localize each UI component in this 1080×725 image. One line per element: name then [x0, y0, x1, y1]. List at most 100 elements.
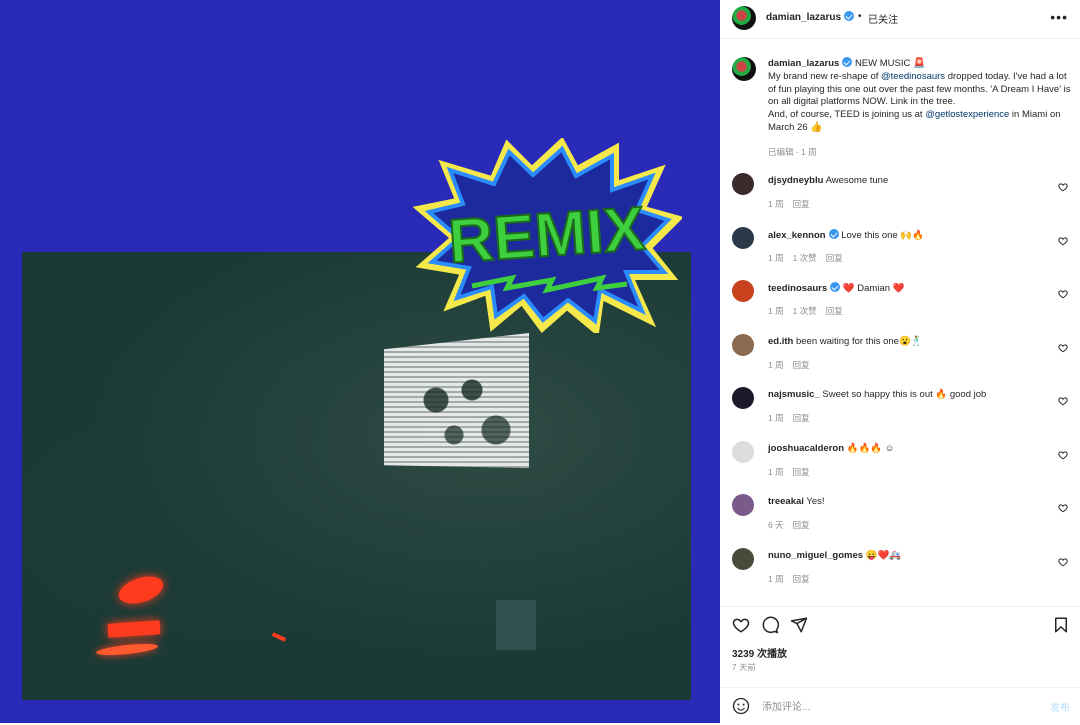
- comment-bubble-icon[interactable]: [761, 616, 779, 634]
- reply-button[interactable]: 回复: [793, 520, 810, 530]
- comment-body: been waiting for this one😮🕺: [795, 335, 923, 347]
- share-send-icon[interactable]: [790, 616, 808, 634]
- verified-badge-icon: [842, 57, 853, 67]
- comment-row: nuno_miguel_gomes 😛❤️🚑 1 周回复: [720, 547, 1080, 598]
- reply-button[interactable]: 回复: [793, 360, 810, 370]
- comment-time[interactable]: 1 周: [768, 360, 784, 370]
- leaf-shadows: [400, 360, 520, 460]
- comment-body: 🔥🔥🔥 ☺: [846, 442, 895, 454]
- comment-like-heart-icon[interactable]: [1058, 554, 1068, 566]
- post-side-panel: damian_lazarus • 已关注 ••• damian_lazarus …: [720, 0, 1080, 723]
- mention-link[interactable]: @getlostexperience: [925, 109, 1009, 120]
- comment-like-heart-icon[interactable]: [1058, 233, 1068, 245]
- siren-icon: 🚨: [913, 58, 926, 69]
- comments-scroll[interactable]: damian_lazarus NEW MUSIC 🚨 My brand new …: [720, 39, 1080, 605]
- comment-time[interactable]: 1 周: [768, 253, 784, 263]
- comment-meta: 1 周回复: [768, 198, 819, 210]
- comment-time[interactable]: 1 周: [768, 413, 784, 423]
- comment-body: 😛❤️🚑: [865, 549, 902, 561]
- comment-like-heart-icon[interactable]: [1058, 286, 1068, 299]
- caption-avatar[interactable]: [732, 57, 756, 81]
- comment-body: Love this one 🙌🔥: [841, 229, 925, 241]
- badge-text: REMIX: [446, 194, 647, 277]
- comment-text-line: djsydneyblu Awesome tune: [768, 175, 888, 186]
- author-username[interactable]: damian_lazarus: [766, 11, 855, 23]
- dim-object: [496, 600, 536, 650]
- comment-composer: 发布: [720, 687, 1080, 725]
- comment-likes[interactable]: 1 次赞: [793, 253, 817, 263]
- caption-meta: 已编辑 · 1 周: [768, 147, 817, 157]
- comment-time[interactable]: 1 周: [768, 199, 784, 209]
- comment-meta: 1 周回复: [768, 466, 819, 478]
- comment-text-line: treeakai Yes!: [768, 496, 825, 507]
- save-bookmark-icon[interactable]: [1052, 616, 1070, 634]
- verified-badge-icon: [828, 228, 839, 239]
- author-username-text[interactable]: damian_lazarus: [766, 12, 841, 23]
- mention-link[interactable]: @teedinosaurs: [881, 71, 945, 82]
- comment-like-heart-icon[interactable]: [1058, 500, 1068, 513]
- commenter-avatar[interactable]: [732, 226, 754, 249]
- comment-row: teedinosaurs ❤️ Damian ❤️ 1 周 1 次赞 回复: [720, 280, 1080, 330]
- comment-time[interactable]: 1 周: [768, 306, 784, 316]
- reply-button[interactable]: 回复: [793, 574, 810, 584]
- comment-like-heart-icon[interactable]: [1058, 340, 1068, 352]
- remix-badge: REMIX: [412, 138, 682, 333]
- commenter-username[interactable]: alex_kennon: [768, 230, 826, 241]
- commenter-avatar[interactable]: [732, 547, 754, 570]
- commenter-username[interactable]: najsmusic_: [768, 389, 820, 400]
- commenter-username[interactable]: nuno_miguel_gomes: [768, 550, 863, 561]
- caption-headline: NEW MUSIC: [854, 58, 911, 69]
- post-media[interactable]: REMIX: [0, 0, 720, 723]
- reply-button[interactable]: 回复: [826, 253, 843, 263]
- comment-meta: 1 周回复: [768, 359, 819, 371]
- comment-meta: 1 周回复: [768, 412, 819, 424]
- verified-badge-icon: [844, 11, 855, 21]
- caption-text: My brand new re-shape of: [768, 70, 882, 82]
- comment-row: treeakai Yes! 6 天回复: [720, 494, 1080, 544]
- commenter-username[interactable]: ed.ith: [768, 336, 793, 347]
- comment-text-line: jooshuacalderon 🔥🔥🔥 ☺: [768, 443, 894, 454]
- caption-username[interactable]: damian_lazarus: [768, 58, 839, 69]
- reply-button[interactable]: 回复: [793, 199, 810, 209]
- comment-body: ❤️ Damian ❤️: [842, 283, 905, 294]
- comment-body: Awesome tune: [825, 175, 889, 186]
- comment-time[interactable]: 1 周: [768, 574, 784, 584]
- header-separator: •: [858, 11, 862, 22]
- commenter-avatar[interactable]: [732, 494, 754, 516]
- comment-meta: 1 周 1 次赞 回复: [768, 252, 852, 264]
- comment-row: najsmusic_ Sweet so happy this is out 🔥 …: [720, 387, 1080, 437]
- comment-time[interactable]: 1 周: [768, 467, 784, 477]
- comment-input[interactable]: [760, 696, 1034, 718]
- comment-like-heart-icon[interactable]: [1058, 393, 1068, 406]
- comment-like-heart-icon[interactable]: [1058, 447, 1068, 459]
- commenter-avatar[interactable]: [732, 280, 754, 302]
- comment-text-line: najsmusic_ Sweet so happy this is out 🔥 …: [768, 389, 986, 400]
- reply-button[interactable]: 回复: [826, 306, 843, 316]
- comment-likes[interactable]: 1 次赞: [793, 306, 817, 316]
- emoji-picker-icon[interactable]: [732, 697, 750, 715]
- follow-state-button[interactable]: 已关注: [868, 11, 898, 26]
- commenter-username[interactable]: djsydneyblu: [768, 175, 823, 186]
- comment-text-line: alex_kennon Love this one 🙌🔥: [768, 228, 925, 241]
- post-timestamp[interactable]: 7 天前: [732, 662, 756, 673]
- commenter-username[interactable]: teedinosaurs: [768, 283, 827, 294]
- more-options-icon[interactable]: •••: [1050, 9, 1068, 25]
- play-count[interactable]: 3239 次播放: [732, 645, 787, 660]
- comment-text-line: teedinosaurs ❤️ Damian ❤️: [768, 282, 904, 294]
- author-avatar[interactable]: [732, 6, 756, 30]
- like-heart-icon[interactable]: [732, 616, 750, 634]
- commenter-avatar[interactable]: [732, 173, 754, 195]
- comment-time[interactable]: 6 天: [768, 520, 784, 530]
- commenter-avatar[interactable]: [732, 387, 754, 409]
- commenter-username[interactable]: jooshuacalderon: [768, 443, 844, 454]
- comment-body: Sweet so happy this is out 🔥 good job: [822, 389, 987, 400]
- comment-like-heart-icon[interactable]: [1058, 179, 1068, 192]
- commenter-username[interactable]: treeakai: [768, 496, 804, 507]
- thumbs-up-icon: 👍: [810, 121, 823, 133]
- commenter-avatar[interactable]: [732, 440, 754, 463]
- commenter-avatar[interactable]: [732, 333, 754, 356]
- reply-button[interactable]: 回复: [793, 467, 810, 477]
- post-comment-button[interactable]: 发布: [1050, 699, 1070, 714]
- reply-button[interactable]: 回复: [793, 413, 810, 423]
- comment-body: Yes!: [806, 496, 825, 507]
